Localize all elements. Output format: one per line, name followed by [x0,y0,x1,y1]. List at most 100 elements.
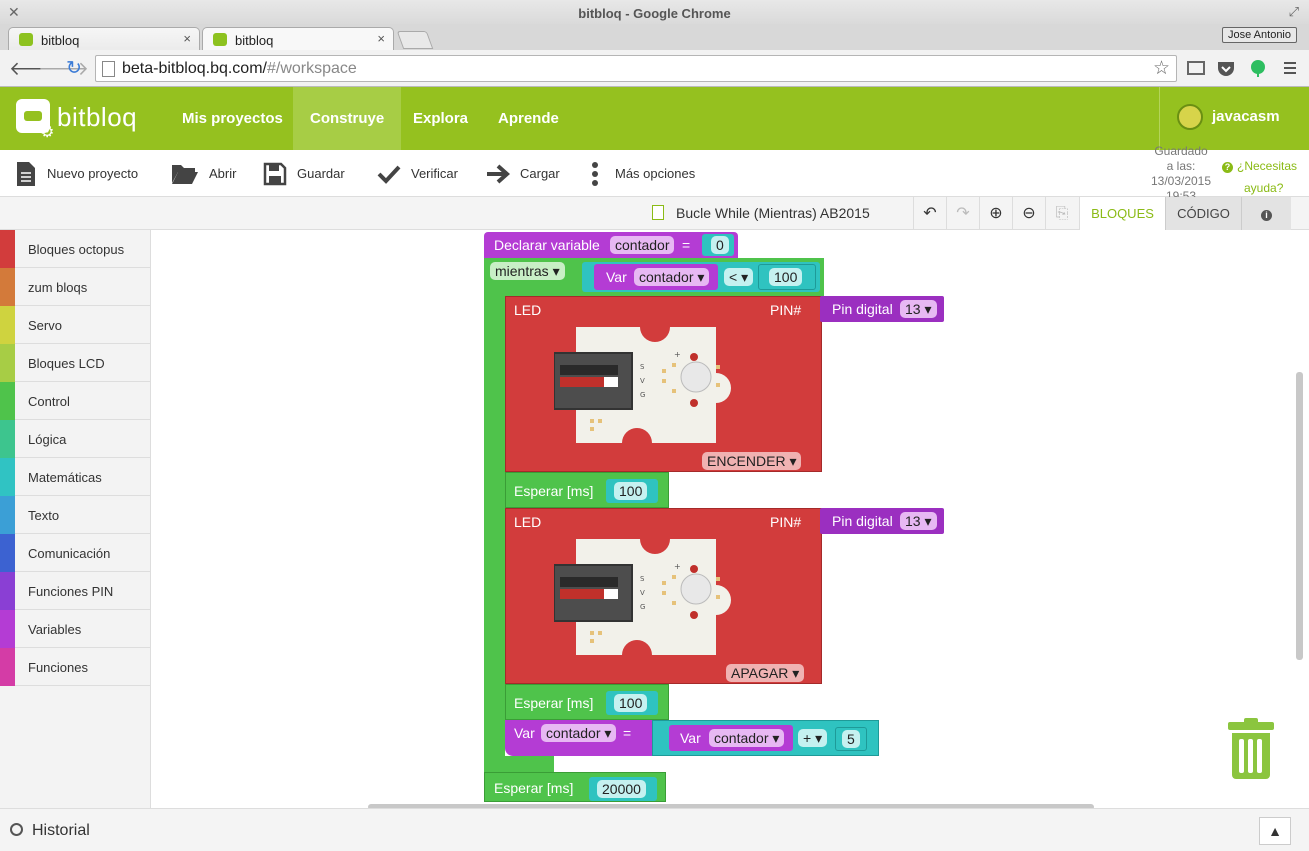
info-icon: i [1261,210,1272,221]
svg-text:G: G [640,391,645,399]
url-input[interactable]: beta-bitbloq.bq.com/#/workspace ☆ [95,55,1177,82]
category-item[interactable]: Comunicación [0,534,150,572]
tab-info[interactable]: i [1241,197,1291,230]
arithmetic-block[interactable]: Var contador ▾ + ▾ 5 [652,720,879,756]
bookmark-star-icon[interactable]: ☆ [1153,57,1170,80]
nav-explora[interactable]: Explora [396,87,485,150]
reload-icon[interactable]: ↻ [66,57,82,80]
open-button[interactable]: Abrir [171,150,236,197]
compare-block[interactable]: Var contador ▾ < ▾ 100 [582,262,820,292]
user-menu[interactable]: javacasm [1159,87,1309,150]
category-item[interactable]: Funciones [0,648,150,686]
browser-tab-1[interactable]: bitbloq × [8,27,200,51]
url-text: beta-bitbloq.bq.com/#/workspace [122,60,357,77]
led-state-dropdown[interactable]: APAGAR ▾ [726,664,805,682]
variable-dropdown[interactable]: contador ▾ [709,729,785,747]
chrome-menu-icon[interactable] [1280,59,1300,77]
verify-button[interactable]: Verificar [377,150,458,197]
cast-icon[interactable] [1186,59,1206,77]
question-icon: ? [1222,162,1233,173]
app-logo-text[interactable]: bitbloq [57,102,137,133]
new-tab-button[interactable] [396,31,434,49]
category-item[interactable]: Bloques LCD [0,344,150,382]
number-block[interactable]: 5 [835,727,867,751]
tab-close-icon[interactable]: × [377,31,385,46]
project-name[interactable]: Bucle While (Mientras) AB2015 [652,205,870,221]
save-button[interactable]: Guardar [263,150,345,197]
led-state-dropdown[interactable]: ENCENDER ▾ [702,452,802,470]
new-file-icon [17,161,35,186]
profile-badge[interactable]: Jose Antonio [1222,27,1297,43]
nav-mis-proyectos[interactable]: Mis proyectos [165,87,300,150]
category-item[interactable]: Texto [0,496,150,534]
declare-variable-block[interactable]: Declarar variable contador = 0 [484,232,738,258]
browser-tab-2[interactable]: bitbloq × [202,27,394,51]
new-project-button[interactable]: Nuevo proyecto [15,150,138,197]
help-link[interactable]: ? ¿Necesitas ayuda? [1222,155,1304,199]
verify-label: Verificar [411,166,458,181]
variable-dropdown[interactable]: contador ▾ [541,724,617,742]
set-variable-block[interactable]: Var contador ▾ = [505,720,655,756]
bitbloq-favicon-icon [213,33,227,46]
user-name: javacasm [1212,108,1280,125]
category-item[interactable]: Matemáticas [0,458,150,496]
svg-text:S: S [640,363,645,371]
number-block[interactable]: 100 [758,264,816,290]
vertical-scrollbar[interactable] [1296,372,1303,660]
zoom-out-icon[interactable]: ⊖ [1012,197,1045,230]
history-bar: Historial ▲ [0,808,1309,851]
nav-aprende[interactable]: Aprende [481,87,576,150]
window-title: bitbloq - Google Chrome [578,6,731,21]
pocket-icon[interactable] [1216,59,1236,77]
number-block[interactable]: 20000 [589,777,657,801]
new-project-label: Nuevo proyecto [47,166,139,181]
wait-block[interactable]: Esperar [ms] 100 [505,472,669,508]
evernote-icon[interactable] [1248,59,1268,77]
undo-icon[interactable]: ↶ [913,197,946,230]
number-block[interactable]: 100 [606,479,658,503]
variable-dropdown[interactable]: contador ▾ [634,268,710,286]
category-item[interactable]: Lógica [0,420,150,458]
category-swatch [0,648,15,686]
category-item[interactable]: Servo [0,306,150,344]
variable-name-field[interactable]: contador [610,236,675,254]
pin-dropdown[interactable]: 13 ▾ [900,300,937,318]
var-get-block[interactable]: Var contador ▾ [594,264,718,290]
while-dropdown[interactable]: mientras ▾ [490,262,565,280]
category-item[interactable]: Bloques octopus [0,230,150,268]
pin-digital-block[interactable]: Pin digital 13 ▾ [820,508,944,534]
pin-digital-block[interactable]: Pin digital 13 ▾ [820,296,944,322]
tab-close-icon[interactable]: × [183,31,191,46]
nav-construye[interactable]: Construye [293,87,402,150]
trash-icon[interactable] [1228,718,1274,780]
category-item[interactable]: zum bloqs [0,268,150,306]
operator-dropdown[interactable]: < ▾ [724,268,754,286]
var-get-block[interactable]: Var contador ▾ [669,725,793,751]
led-block[interactable]: LED PIN# APAGAR ▾ S V G + [505,508,822,684]
window-resize-icon[interactable]: ⤢ [1289,4,1299,20]
wait-block[interactable]: Esperar [ms] 20000 [484,772,666,802]
led-block[interactable]: LED PIN# ENCENDER ▾ S V G + [505,296,822,472]
number-block[interactable]: 100 [606,691,658,715]
number-block[interactable]: 0 [702,234,734,256]
wait-block[interactable]: Esperar [ms] 100 [505,684,669,720]
redo-icon[interactable]: ↷ [946,197,979,230]
paste-icon[interactable]: ⎘ [1045,197,1078,230]
tab-bloques[interactable]: BLOQUES [1079,197,1165,230]
more-vertical-icon [592,161,598,186]
history-label[interactable]: Historial [32,822,90,840]
history-toggle-button[interactable]: ▲ [1259,817,1291,845]
zoom-in-icon[interactable]: ⊕ [979,197,1012,230]
category-item[interactable]: Variables [0,610,150,648]
category-item[interactable]: Control [0,382,150,420]
category-item[interactable]: Funciones PIN [0,572,150,610]
pin-dropdown[interactable]: 13 ▾ [900,512,937,530]
led-board-icon: S V G + [554,327,731,443]
upload-button[interactable]: Cargar [486,150,560,197]
operator-dropdown[interactable]: + ▾ [798,729,828,747]
while-block[interactable]: mientras ▾ Var contador ▾ < ▾ 100 [484,258,824,296]
category-swatch [0,344,15,382]
tab-codigo[interactable]: CÓDIGO [1165,197,1241,230]
more-options-button[interactable]: Más opciones [585,150,695,197]
saved-timestamp: Guardado a las: 13/03/2015 19:53 [1150,144,1212,197]
